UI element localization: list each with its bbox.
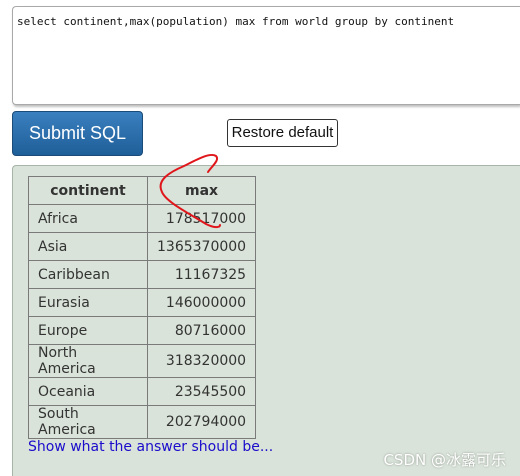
cell-max: 11167325 — [146, 260, 257, 289]
cell-continent: South America — [28, 405, 148, 439]
table-row: Asia 1365370000 — [28, 232, 257, 261]
watermark: CSDN @冰露可乐 — [383, 451, 506, 469]
table-row: Eurasia 146000000 — [28, 288, 257, 317]
cell-max: 202794000 — [146, 405, 257, 439]
cell-max: 80716000 — [146, 316, 257, 345]
table-row: Europe 80716000 — [28, 316, 257, 345]
table-row: North America 318320000 — [28, 344, 257, 378]
cell-continent: Eurasia — [28, 288, 148, 317]
result-table: continent max Africa 178517000 Asia 1365… — [28, 176, 257, 439]
cell-continent: Caribbean — [28, 260, 148, 289]
submit-sql-button[interactable]: Submit SQL — [12, 111, 143, 156]
restore-default-button[interactable]: Restore default — [227, 119, 338, 147]
cell-max: 1365370000 — [146, 232, 257, 261]
table-row: Africa 178517000 — [28, 204, 257, 233]
sql-editor[interactable]: select continent,max(population) max fro… — [12, 6, 520, 105]
column-header-continent: continent — [28, 176, 148, 205]
cell-max: 178517000 — [146, 204, 257, 233]
column-header-max: max — [146, 176, 257, 205]
table-row: South America 202794000 — [28, 405, 257, 439]
cell-continent: Oceania — [28, 377, 148, 406]
cell-max: 318320000 — [146, 344, 257, 378]
cell-max: 23545500 — [146, 377, 257, 406]
show-answer-link[interactable]: Show what the answer should be... — [28, 439, 273, 455]
cell-continent: Europe — [28, 316, 148, 345]
cell-continent: Asia — [28, 232, 148, 261]
table-row: Oceania 23545500 — [28, 377, 257, 406]
table-header-row: continent max — [28, 176, 257, 205]
cell-continent: Africa — [28, 204, 148, 233]
table-row: Caribbean 11167325 — [28, 260, 257, 289]
cell-max: 146000000 — [146, 288, 257, 317]
result-panel: continent max Africa 178517000 Asia 1365… — [12, 165, 520, 476]
cell-continent: North America — [28, 344, 148, 378]
